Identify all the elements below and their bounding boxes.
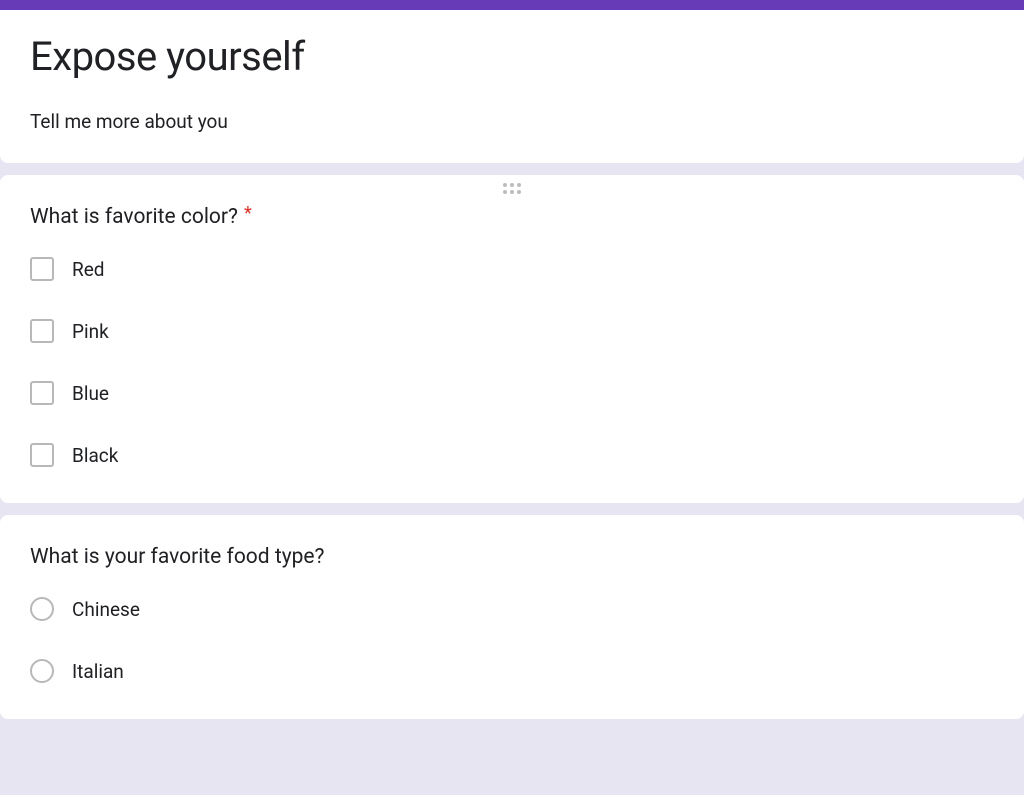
question-title: What is your favorite food type?: [30, 545, 994, 569]
option-label: Italian: [72, 660, 124, 683]
form-header-card: Expose yourself Tell me more about you: [0, 0, 1024, 163]
question-title-text: What is your favorite food type?: [30, 545, 324, 569]
checkbox-input[interactable]: [30, 257, 54, 281]
form-container: Expose yourself Tell me more about you W…: [0, 0, 1024, 719]
drag-handle-icon[interactable]: [503, 183, 521, 194]
option-row: Black: [30, 443, 994, 467]
option-row: Pink: [30, 319, 994, 343]
option-label: Red: [72, 258, 105, 281]
question-card-1[interactable]: What is favorite color? * Red Pink Blue …: [0, 175, 1024, 503]
option-label: Pink: [72, 320, 109, 343]
required-asterisk-icon: *: [244, 203, 252, 224]
option-label: Black: [72, 444, 118, 467]
checkbox-input[interactable]: [30, 381, 54, 405]
form-description: Tell me more about you: [30, 110, 994, 133]
checkbox-input[interactable]: [30, 443, 54, 467]
option-row: Chinese: [30, 597, 994, 621]
checkbox-input[interactable]: [30, 319, 54, 343]
option-row: Red: [30, 257, 994, 281]
option-label: Blue: [72, 382, 109, 405]
option-row: Blue: [30, 381, 994, 405]
question-card-2[interactable]: What is your favorite food type? Chinese…: [0, 515, 1024, 719]
question-title-text: What is favorite color?: [30, 205, 238, 229]
option-label: Chinese: [72, 598, 140, 621]
option-row: Italian: [30, 659, 994, 683]
radio-input[interactable]: [30, 659, 54, 683]
question-title: What is favorite color? *: [30, 205, 994, 229]
radio-input[interactable]: [30, 597, 54, 621]
form-title: Expose yourself: [30, 32, 994, 82]
